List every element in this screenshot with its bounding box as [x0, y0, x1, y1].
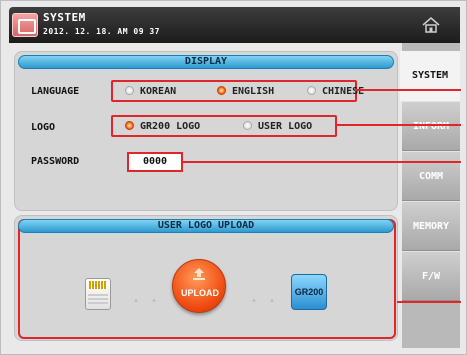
upload-icon — [193, 268, 205, 280]
gr200-icon: GR200 — [291, 274, 327, 310]
home-icon — [422, 17, 440, 33]
tab-comm[interactable]: COMM — [402, 151, 460, 201]
display-title: DISPLAY — [18, 55, 394, 69]
logo-label: LOGO — [31, 122, 56, 133]
header-title: SYSTEM — [43, 11, 86, 24]
radio-dot — [307, 86, 316, 95]
logo-radio-group: GR200 LOGO USER LOGO — [111, 115, 337, 137]
upload-button-label: UPLOAD — [181, 288, 219, 298]
system-icon — [12, 13, 38, 37]
upload-panel: USER LOGO UPLOAD • • UPLOAD • • GR200 — [14, 215, 398, 341]
sd-card-icon — [85, 278, 111, 310]
logo-option-gr200[interactable]: GR200 LOGO — [125, 121, 200, 132]
header-bar: SYSTEM 2012. 12. 18. AM 09 37 — [9, 7, 402, 43]
display-panel: DISPLAY LANGUAGE KOREAN ENGLISH CHINESE … — [14, 51, 398, 211]
callout-line-language — [355, 89, 461, 91]
radio-dot — [125, 86, 134, 95]
header-datetime: 2012. 12. 18. AM 09 37 — [43, 27, 160, 36]
language-option-korean[interactable]: KOREAN — [125, 86, 176, 97]
upload-button[interactable]: UPLOAD — [172, 259, 226, 313]
tab-system[interactable]: SYSTEM — [400, 51, 460, 101]
password-label: PASSWORD — [31, 156, 80, 167]
callout-line-upload — [397, 301, 461, 303]
tab-column: SYSTEM INFORM COMM MEMORY F/W — [400, 7, 460, 348]
upload-title: USER LOGO UPLOAD — [18, 219, 394, 233]
radio-dot — [243, 121, 252, 130]
flow-dots: • • — [133, 296, 161, 307]
tab-inform[interactable]: INFORM — [402, 101, 460, 151]
radio-dot-selected — [125, 121, 134, 130]
password-field[interactable]: 0000 — [127, 152, 183, 172]
callout-line-logo — [335, 124, 461, 126]
callout-line-password — [182, 161, 461, 163]
language-option-label: CHINESE — [322, 86, 365, 97]
logo-option-label: GR200 LOGO — [140, 121, 201, 132]
language-radio-group: KOREAN ENGLISH CHINESE — [111, 80, 364, 102]
logo-option-label: USER LOGO — [258, 121, 313, 132]
language-label: LANGUAGE — [31, 86, 80, 97]
tab-memory[interactable]: MEMORY — [402, 201, 460, 251]
flow-dots: • • — [251, 296, 279, 307]
language-option-chinese[interactable]: CHINESE — [307, 86, 364, 97]
home-button[interactable] — [402, 7, 460, 43]
language-option-label: ENGLISH — [232, 86, 275, 97]
radio-dot-selected — [217, 86, 226, 95]
device-screen: SYSTEM 2012. 12. 18. AM 09 37 SYSTEM INF… — [0, 0, 467, 355]
language-option-english[interactable]: ENGLISH — [217, 86, 274, 97]
logo-option-user[interactable]: USER LOGO — [243, 121, 312, 132]
language-option-label: KOREAN — [140, 86, 177, 97]
tab-fw[interactable]: F/W — [402, 251, 460, 301]
